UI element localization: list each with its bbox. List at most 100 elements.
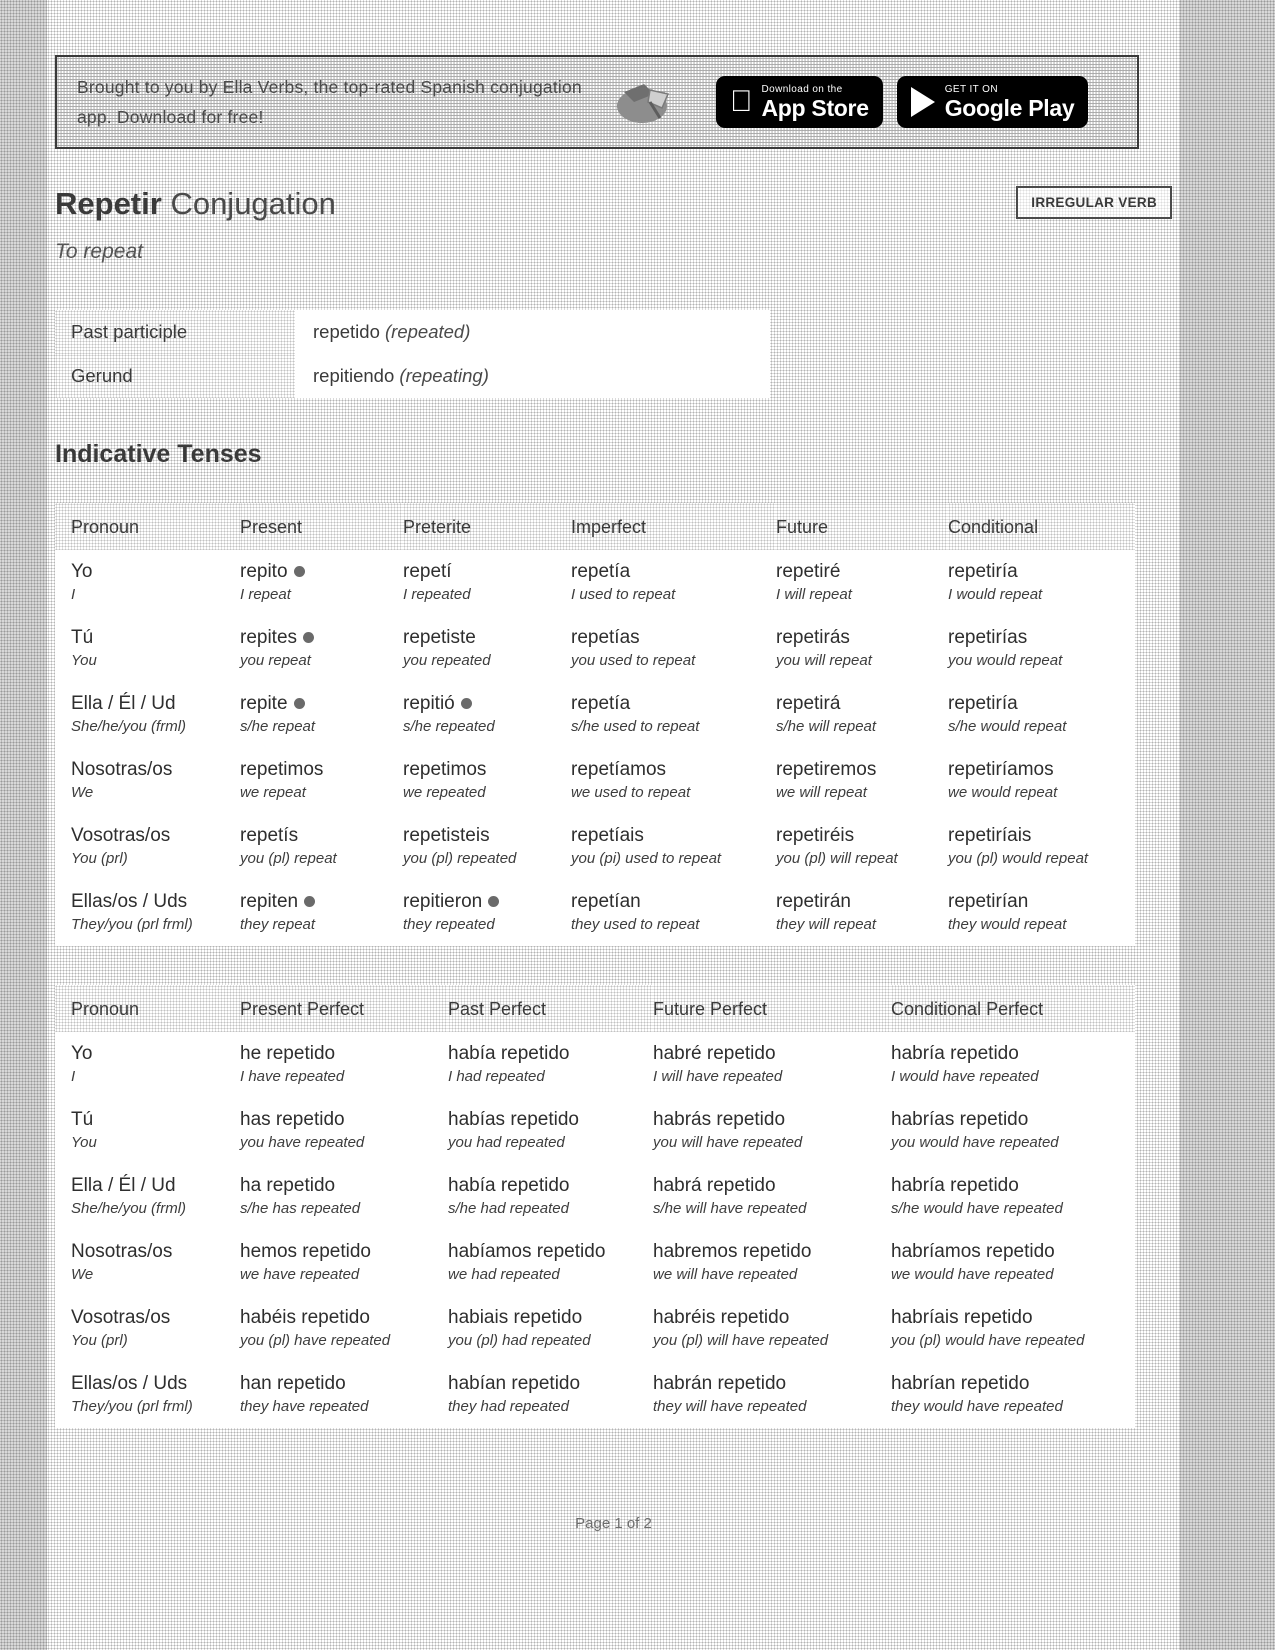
conjugation-cell: habrá repetido s/he will have repeated xyxy=(653,1164,891,1230)
conjugation-cell: habiais repetido you (pl) had repeated xyxy=(448,1296,653,1362)
conjugation-es: repetirán xyxy=(776,891,851,912)
conjugation-cell: habías repetido you had repeated xyxy=(448,1098,653,1164)
conjugation-cell: repetiremos we will repeat xyxy=(776,748,948,814)
pronoun-cell: Ella / Él / Ud She/he/you (frml) xyxy=(55,682,240,748)
conjugation-en: we had repeated xyxy=(448,1266,560,1283)
form-row-gerund: Gerund repitiendo (repeating) xyxy=(55,354,770,398)
conjugation-cell: habría repetido I would have repeated xyxy=(891,1032,1135,1098)
conjugation-cell: repetirían they would repeat xyxy=(948,880,1135,946)
page-title: Repetir Conjugation xyxy=(55,185,336,223)
pronoun-es: Vosotras/os xyxy=(71,1307,171,1328)
irregular-marker-icon xyxy=(303,632,315,644)
column-header: Future xyxy=(776,503,948,550)
conjugation-cell: repetiste you repeated xyxy=(403,616,571,682)
conjugation-es: habían repetido xyxy=(448,1373,581,1394)
conjugation-en: I will repeat xyxy=(776,586,852,603)
conjugation-en: you repeat xyxy=(240,652,311,669)
form-value-es: repetido xyxy=(313,321,380,342)
form-label: Past participle xyxy=(55,310,295,354)
conjugation-es: repiten xyxy=(240,890,397,914)
conjugation-es: habríamos repetido xyxy=(891,1241,1055,1262)
conjugation-cell: repetimos we repeated xyxy=(403,748,571,814)
conjugation-cell: repiten they repeat xyxy=(240,880,403,946)
conjugation-es: repetiré xyxy=(776,561,841,582)
conjugation-cell: repitió s/he repeated xyxy=(403,682,571,748)
conjugation-cell: repito I repeat xyxy=(240,550,403,616)
column-header: Conditional xyxy=(948,503,1135,550)
conjugation-en: we used to repeat xyxy=(571,784,691,801)
conjugation-es: habré repetido xyxy=(653,1043,776,1064)
pronoun-en: She/he/you (frml) xyxy=(71,1200,187,1217)
conjugation-cell: repites you repeat xyxy=(240,616,403,682)
pronoun-cell: Tú You xyxy=(55,616,240,682)
conjugation-en: you have repeated xyxy=(240,1134,365,1151)
app-store-badge[interactable]:  Download on the App Store xyxy=(716,76,883,128)
conjugation-cell: repetiría s/he would repeat xyxy=(948,682,1135,748)
conjugation-es: ha repetido xyxy=(240,1175,336,1196)
conjugation-cell: había repetido s/he had repeated xyxy=(448,1164,653,1230)
conjugation-cell: repetía I used to repeat xyxy=(571,550,776,616)
conjugation-cell: repetiré I will repeat xyxy=(776,550,948,616)
title-suffix: Conjugation xyxy=(170,186,336,221)
conjugation-en: you (pl) would have repeated xyxy=(891,1332,1085,1349)
table-row: Ella / Él / Ud She/he/you (frml) ha repeti… xyxy=(55,1164,1135,1230)
conjugation-es: repetís xyxy=(240,825,299,846)
pronoun-cell: Yo I xyxy=(55,550,240,616)
conjugation-en: we repeat xyxy=(240,784,306,801)
pronoun-es: Yo xyxy=(71,1043,93,1064)
conjugation-en: s/he will have repeated xyxy=(653,1200,807,1217)
google-play-badge[interactable]: GET IT ON Google Play xyxy=(896,76,1089,128)
table-body: Yo Irepito I repeat repetí I repeated repetía… xyxy=(55,550,1135,946)
conjugation-cell: habrías repetido you would have repeated xyxy=(891,1098,1135,1164)
conjugation-cell: habréis repetido you (pl) will have repea… xyxy=(653,1296,891,1362)
table-row: Yo Ihe repetido I have repeated había repet… xyxy=(55,1032,1135,1098)
table-row: Tú You has repetido you have repeated habías… xyxy=(55,1098,1135,1164)
pronoun-en: We xyxy=(71,784,94,801)
conjugation-en: you (pi) used to repeat xyxy=(571,850,722,867)
apple-icon:  xyxy=(730,87,753,117)
promo-banner[interactable]: Brought to you by Ella Verbs, the top-ra… xyxy=(55,55,1139,149)
app-logo-icon xyxy=(597,76,692,128)
table-header-row: Pronoun Present Preterite Imperfect Future Co… xyxy=(55,503,1135,550)
form-label: Gerund xyxy=(55,354,295,398)
table-row: Vosotras/os You (prl) habéis repetido you (… xyxy=(55,1296,1135,1362)
conjugation-es: habría repetido xyxy=(891,1175,1019,1196)
conjugation-en: we will repeat xyxy=(776,784,867,801)
google-play-big: Google Play xyxy=(922,95,1075,121)
conjugation-es: he repetido xyxy=(240,1043,336,1064)
conjugation-es: habrán repetido xyxy=(653,1373,787,1394)
play-triangle-icon xyxy=(910,87,935,117)
pronoun-cell: Ella / Él / Ud She/he/you (frml) xyxy=(55,1164,240,1230)
conjugation-cell: repetíais you (pi) used to repeat xyxy=(571,814,776,880)
conjugation-es: habrás repetido xyxy=(653,1109,786,1130)
conjugation-cell: repetirías you would repeat xyxy=(948,616,1135,682)
conjugation-es: repitió xyxy=(403,692,565,716)
conjugation-es: han repetido xyxy=(240,1373,346,1394)
conjugation-en: s/he would repeat xyxy=(948,718,1067,735)
table-row: Yo Irepito I repeat repetí I repeated repetía… xyxy=(55,550,1135,616)
conjugation-en: I would have repeated xyxy=(891,1068,1039,1085)
conjugation-en: you would have repeated xyxy=(891,1134,1059,1151)
column-header: Pronoun xyxy=(55,985,240,1032)
conjugation-en: you had repeated xyxy=(448,1134,565,1151)
conjugation-cell: repetirá s/he will repeat xyxy=(776,682,948,748)
store-badges:  Download on the App Store GET IT ON Go… xyxy=(716,76,1089,128)
conjugation-cell: había repetido I had repeated xyxy=(448,1032,653,1098)
irregular-marker-icon xyxy=(304,896,316,908)
irregular-marker-icon xyxy=(293,698,305,710)
conjugation-cell: habíamos repetido we had repeated xyxy=(448,1230,653,1296)
form-value: repitiendo (repeating) xyxy=(295,365,489,387)
form-value-en: (repeating) xyxy=(399,365,489,386)
conjugation-en: they have repeated xyxy=(240,1398,369,1415)
conjugation-en: s/he would have repeated xyxy=(891,1200,1063,1217)
conjugation-cell: habrán repetido they will have repeated xyxy=(653,1362,891,1428)
verb-translation: To repeat xyxy=(55,240,143,263)
conjugation-es: habréis repetido xyxy=(653,1307,790,1328)
conjugation-cell: repetisteis you (pl) repeated xyxy=(403,814,571,880)
table-row: Ella / Él / Ud She/he/you (frml) repite s/h… xyxy=(55,682,1135,748)
table-row: Nosotras/os We repetimos we repeat repetimos… xyxy=(55,748,1135,814)
conjugation-en: we would repeat xyxy=(948,784,1058,801)
pronoun-en: They/you (prl frml) xyxy=(71,916,193,933)
conjugation-en: you repeated xyxy=(403,652,491,669)
indicative-tenses-table: Pronoun Present Preterite Imperfect Future Co… xyxy=(55,503,1135,946)
